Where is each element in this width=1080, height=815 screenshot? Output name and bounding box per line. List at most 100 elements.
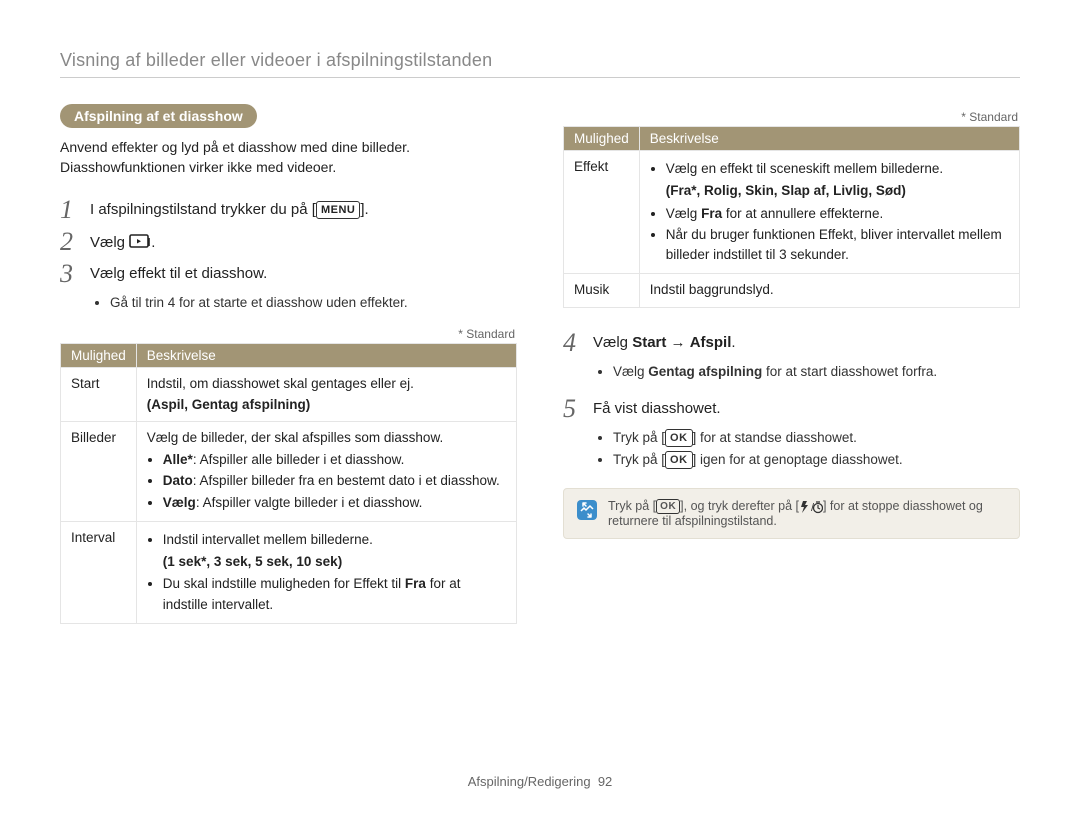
option-label: Billeder <box>61 421 137 521</box>
desc-item: Vælg: Afspiller valgte billeder i et dia… <box>163 493 506 513</box>
desc-paren: (1 sek*, 3 sek, 5 sek, 10 sek) <box>147 552 506 572</box>
step-4-arrow: → <box>666 334 689 351</box>
step-body: Vælg . <box>90 229 517 251</box>
step-number: 1 <box>60 197 82 223</box>
desc-item: Alle*: Afspiller alle billeder i et dias… <box>163 450 506 470</box>
step-4: 4 Vælg Start → Afspil. <box>563 330 1020 356</box>
content-columns: Afspilning af et diasshow Anvend effekte… <box>60 104 1020 624</box>
item-rest: : Afspiller alle billeder i et diasshow. <box>193 452 405 467</box>
step-4-bullet: Vælg Gentag afspilning for at start dias… <box>613 362 1020 382</box>
step-body: Få vist diasshowet. <box>593 396 1020 417</box>
item-pre: Vælg <box>666 206 701 221</box>
item-bold: Vælg <box>163 495 196 510</box>
item-bold: Fra <box>405 576 426 591</box>
option-desc: Indstil intervallet mellem billederne. (… <box>136 521 516 623</box>
option-label: Interval <box>61 521 137 623</box>
option-desc: Vælg de billeder, der skal afspilles som… <box>136 421 516 521</box>
step-3-bullet: Gå til trin 4 for at starte et diasshow … <box>110 293 517 313</box>
info-icon <box>576 499 598 524</box>
bullet-pre: Tryk på [ <box>613 430 665 445</box>
page-heading: Visning af billeder eller videoer i afsp… <box>60 50 1020 78</box>
step-4-bold2: Afspil <box>690 334 732 351</box>
step-5-bullets: Tryk på [OK] for at standse diasshowet. … <box>595 428 1020 471</box>
desc-item: Når du bruger funktionen Effekt, bliver … <box>666 225 1009 266</box>
item-rest: : Afspiller valgte billeder i et diassho… <box>196 495 423 510</box>
note-pre: Tryk på [ <box>608 499 656 513</box>
step-4-bullets: Vælg Gentag afspilning for at start dias… <box>595 362 1020 382</box>
desc-paren: (Fra*, Rolig, Skin, Slap af, Livlig, Sød… <box>650 181 1009 201</box>
item-pre: Du skal indstille muligheden for Effekt … <box>163 576 405 591</box>
step-4-pre: Vælg <box>593 334 632 351</box>
options-table-left: Mulighed Beskrivelse Start Indstil, om d… <box>60 343 517 624</box>
desc-paren: (Aspil, Gentag afspilning) <box>147 397 311 412</box>
step-2-prefix: Vælg <box>90 234 129 251</box>
options-table-right: Mulighed Beskrivelse Effekt Vælg en effe… <box>563 126 1020 308</box>
table-header-description: Beskrivelse <box>639 127 1019 151</box>
step-number: 2 <box>60 229 82 255</box>
step-1-prefix: I afspilningstilstand trykker du på [ <box>90 201 316 218</box>
note-box: Tryk på [OK], og tryk derefter på [ / ] … <box>563 488 1020 539</box>
step-body: Vælg Start → Afspil. <box>593 330 1020 351</box>
note-mid: ], og tryk derefter på [ <box>680 499 799 513</box>
step-5-bullet-1: Tryk på [OK] for at standse diasshowet. <box>613 428 1020 448</box>
desc-lead: Vælg de billeder, der skal afspilles som… <box>147 430 443 445</box>
flash-timer-icon: / <box>799 500 823 514</box>
left-column: Afspilning af et diasshow Anvend effekte… <box>60 104 517 624</box>
table-header-option: Mulighed <box>564 127 640 151</box>
step-4-bold1: Start <box>632 334 666 351</box>
table-header-option: Mulighed <box>61 344 137 368</box>
note-text: Tryk på [OK], og tryk derefter på [ / ] … <box>608 499 1007 528</box>
bullet-post: for at start diasshowet forfra. <box>762 364 937 379</box>
item-bold: Alle* <box>163 452 193 467</box>
step-3: 3 Vælg effekt til et diasshow. <box>60 261 517 287</box>
page-footer: Afspilning/Redigering 92 <box>0 774 1080 789</box>
bullet-pre: Vælg <box>613 364 648 379</box>
table-row: Billeder Vælg de billeder, der skal afsp… <box>61 421 517 521</box>
item-bold: Fra <box>701 206 722 221</box>
step-4-suffix: . <box>731 334 735 351</box>
right-column: * Standard Mulighed Beskrivelse Effekt V… <box>563 104 1020 624</box>
desc-item: Indstil intervallet mellem billederne. <box>163 530 506 550</box>
bullet-post: ] igen for at genoptage diasshowet. <box>693 452 903 467</box>
option-desc: Indstil baggrundslyd. <box>639 274 1019 307</box>
step-1-suffix: ]. <box>360 201 368 218</box>
footer-page-number: 92 <box>598 774 612 789</box>
table-row: Effekt Vælg en effekt til sceneskift mel… <box>564 151 1020 274</box>
bullet-bold: Gentag afspilning <box>648 364 762 379</box>
step-body: I afspilningstilstand trykker du på [MEN… <box>90 197 517 219</box>
step-5-bullet-2: Tryk på [OK] igen for at genoptage diass… <box>613 450 1020 470</box>
step-5: 5 Få vist diasshowet. <box>563 396 1020 422</box>
option-label: Effekt <box>564 151 640 274</box>
option-desc: Vælg en effekt til sceneskift mellem bil… <box>639 151 1019 274</box>
option-desc: Indstil, om diasshowet skal gentages ell… <box>136 368 516 422</box>
ok-button-label: OK <box>665 451 693 469</box>
desc-line: Indstil, om diasshowet skal gentages ell… <box>147 376 414 391</box>
footer-section: Afspilning/Redigering <box>468 774 591 789</box>
table-row: Interval Indstil intervallet mellem bill… <box>61 521 517 623</box>
desc-item: Vælg en effekt til sceneskift mellem bil… <box>666 159 1009 179</box>
intro-text: Anvend effekter og lyd på et diasshow me… <box>60 138 517 177</box>
bullet-post: ] for at standse diasshowet. <box>693 430 857 445</box>
bullet-pre: Tryk på [ <box>613 452 665 467</box>
table-header-description: Beskrivelse <box>136 344 516 368</box>
standard-footnote-left: * Standard <box>60 327 515 341</box>
table-row: Start Indstil, om diasshowet skal gentag… <box>61 368 517 422</box>
option-label: Musik <box>564 274 640 307</box>
item-rest: : Afspiller billeder fra en bestemt dato… <box>193 473 500 488</box>
slideshow-icon <box>129 233 151 251</box>
step-number: 3 <box>60 261 82 287</box>
ok-button-label: OK <box>656 499 680 514</box>
ok-button-label: OK <box>665 429 693 447</box>
menu-button-label: MENU <box>316 201 360 219</box>
desc-item: Du skal indstille muligheden for Effekt … <box>163 574 506 615</box>
step-3-bullets: Gå til trin 4 for at starte et diasshow … <box>92 293 517 313</box>
step-2: 2 Vælg . <box>60 229 517 255</box>
standard-footnote-right: * Standard <box>563 110 1018 124</box>
desc-item: Vælg Fra for at annullere effekterne. <box>666 204 1009 224</box>
step-2-suffix: . <box>151 234 155 251</box>
section-pill: Afspilning af et diasshow <box>60 104 257 128</box>
step-1: 1 I afspilningstilstand trykker du på [M… <box>60 197 517 223</box>
step-number: 5 <box>563 396 585 422</box>
option-label: Start <box>61 368 137 422</box>
item-bold: Dato <box>163 473 193 488</box>
